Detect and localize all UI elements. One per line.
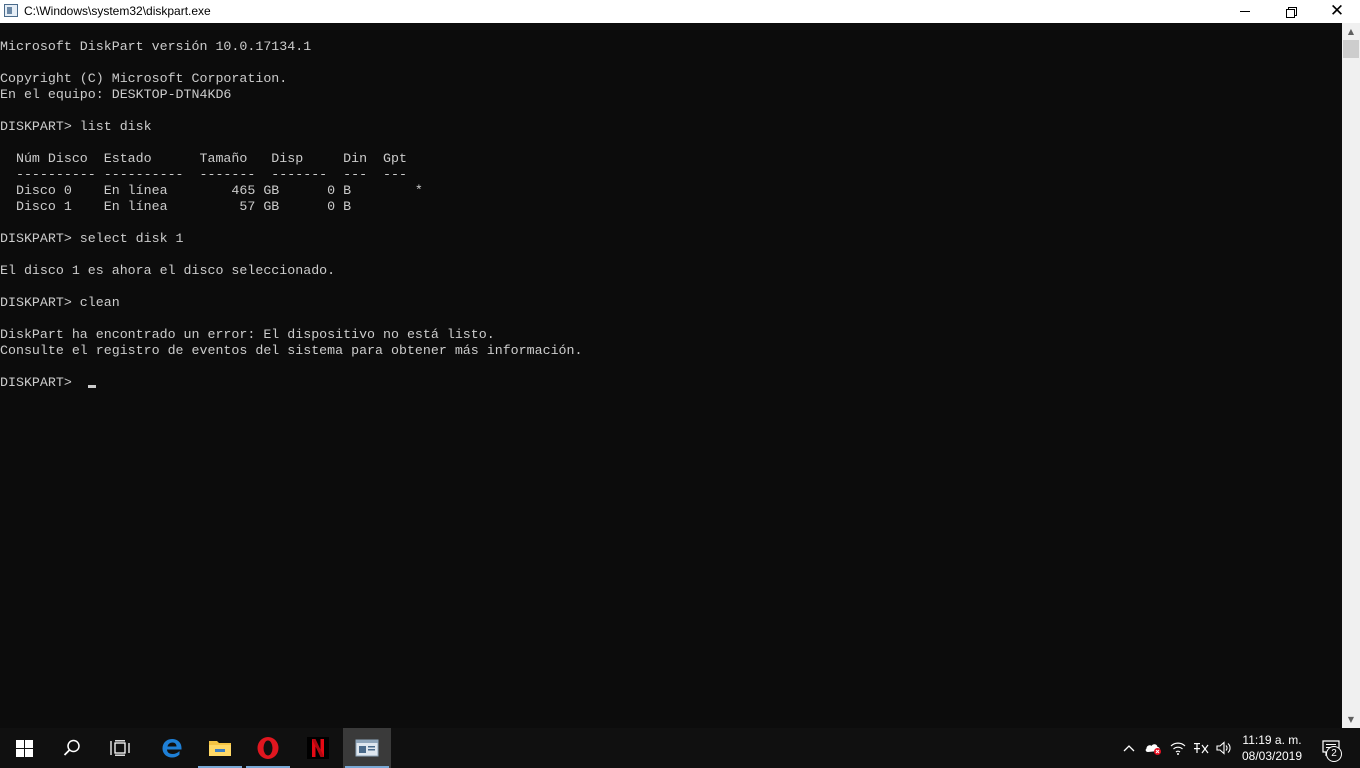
chevron-up-icon [1123, 745, 1135, 752]
console-line: Disco 1 En línea 57 GB 0 B [0, 199, 352, 214]
onedrive-tray-button[interactable] [1142, 728, 1164, 768]
search-icon [63, 739, 80, 756]
clock-time: 11:19 a. m. [1242, 733, 1302, 747]
clock-date: 08/03/2019 [1241, 749, 1303, 763]
task-view-button[interactable] [96, 728, 144, 768]
taskbar: 11:19 a. m. 08/03/2019 2 [0, 728, 1360, 768]
console-line: DiskPart ha encontrado un error: El disp… [0, 327, 495, 342]
opera-button[interactable] [244, 728, 292, 768]
edge-button[interactable] [148, 728, 196, 768]
restore-button[interactable] [1268, 0, 1314, 23]
input-indicator-button[interactable] [1190, 728, 1212, 768]
title-bar[interactable]: C:\Windows\system32\diskpart.exe ✕ [0, 0, 1360, 23]
console-line: DISKPART> list disk [0, 119, 152, 134]
netflix-icon [307, 737, 329, 759]
text-cursor [87, 385, 96, 388]
close-icon: ✕ [1329, 1, 1345, 21]
console-prompt-line[interactable]: DISKPART> [0, 375, 583, 391]
volume-tray-button[interactable] [1212, 728, 1236, 768]
console-line: Consulte el registro de eventos del sist… [0, 343, 583, 358]
console-prompt: DISKPART> [0, 375, 80, 390]
console-line: Disco 0 En línea 465 GB 0 B * [0, 183, 423, 198]
console-line: Copyright (C) Microsoft Corporation. [0, 71, 288, 86]
diskpart-button[interactable] [343, 728, 391, 768]
close-button[interactable]: ✕ [1314, 0, 1360, 23]
scroll-down-button[interactable]: ▼ [1342, 711, 1360, 728]
arrow-down-icon: ▼ [1347, 715, 1355, 724]
windows-logo-icon [15, 739, 33, 757]
opera-icon [257, 737, 279, 759]
console-area[interactable]: Microsoft DiskPart versión 10.0.17134.1 C… [0, 23, 1342, 728]
console-output: Microsoft DiskPart versión 10.0.17134.1 C… [0, 39, 583, 391]
clock[interactable]: 11:19 a. m. 08/03/2019 [1236, 732, 1308, 764]
search-button[interactable] [48, 728, 96, 768]
console-line: DISKPART> select disk 1 [0, 231, 184, 246]
file-explorer-button[interactable] [196, 728, 244, 768]
task-view-icon [110, 740, 130, 756]
edge-icon [162, 739, 182, 758]
input-indicator-icon [1194, 743, 1209, 754]
console-app-icon[interactable] [4, 4, 18, 17]
scroll-up-button[interactable]: ▲ [1342, 23, 1360, 40]
scroll-thumb[interactable] [1343, 40, 1359, 58]
console-line: Microsoft DiskPart versión 10.0.17134.1 [0, 39, 312, 54]
volume-icon [1216, 741, 1231, 755]
console-line: ---------- ---------- ------- ------- --… [0, 167, 407, 182]
window-title: C:\Windows\system32\diskpart.exe [24, 4, 211, 18]
folder-icon [209, 741, 231, 756]
vertical-scrollbar[interactable]: ▲ ▼ [1342, 23, 1360, 728]
console-line: En el equipo: DESKTOP-DTN4KD6 [0, 87, 232, 102]
minimize-icon [1240, 11, 1250, 12]
show-hidden-icons-button[interactable] [1118, 728, 1140, 768]
network-tray-button[interactable] [1166, 728, 1190, 768]
onedrive-error-icon [1145, 744, 1161, 755]
console-line: DISKPART> clean [0, 295, 120, 310]
console-window-icon [355, 739, 379, 757]
console-line: El disco 1 es ahora el disco seleccionad… [0, 263, 336, 278]
netflix-button[interactable] [294, 728, 342, 768]
notification-count-badge: 2 [1326, 746, 1342, 762]
minimize-button[interactable] [1222, 0, 1268, 23]
wifi-icon [1170, 742, 1186, 755]
console-line: Núm Disco Estado Tamaño Disp Din Gpt [0, 151, 407, 166]
start-button[interactable] [0, 728, 48, 768]
restore-icon [1286, 6, 1297, 18]
arrow-up-icon: ▲ [1347, 27, 1355, 36]
